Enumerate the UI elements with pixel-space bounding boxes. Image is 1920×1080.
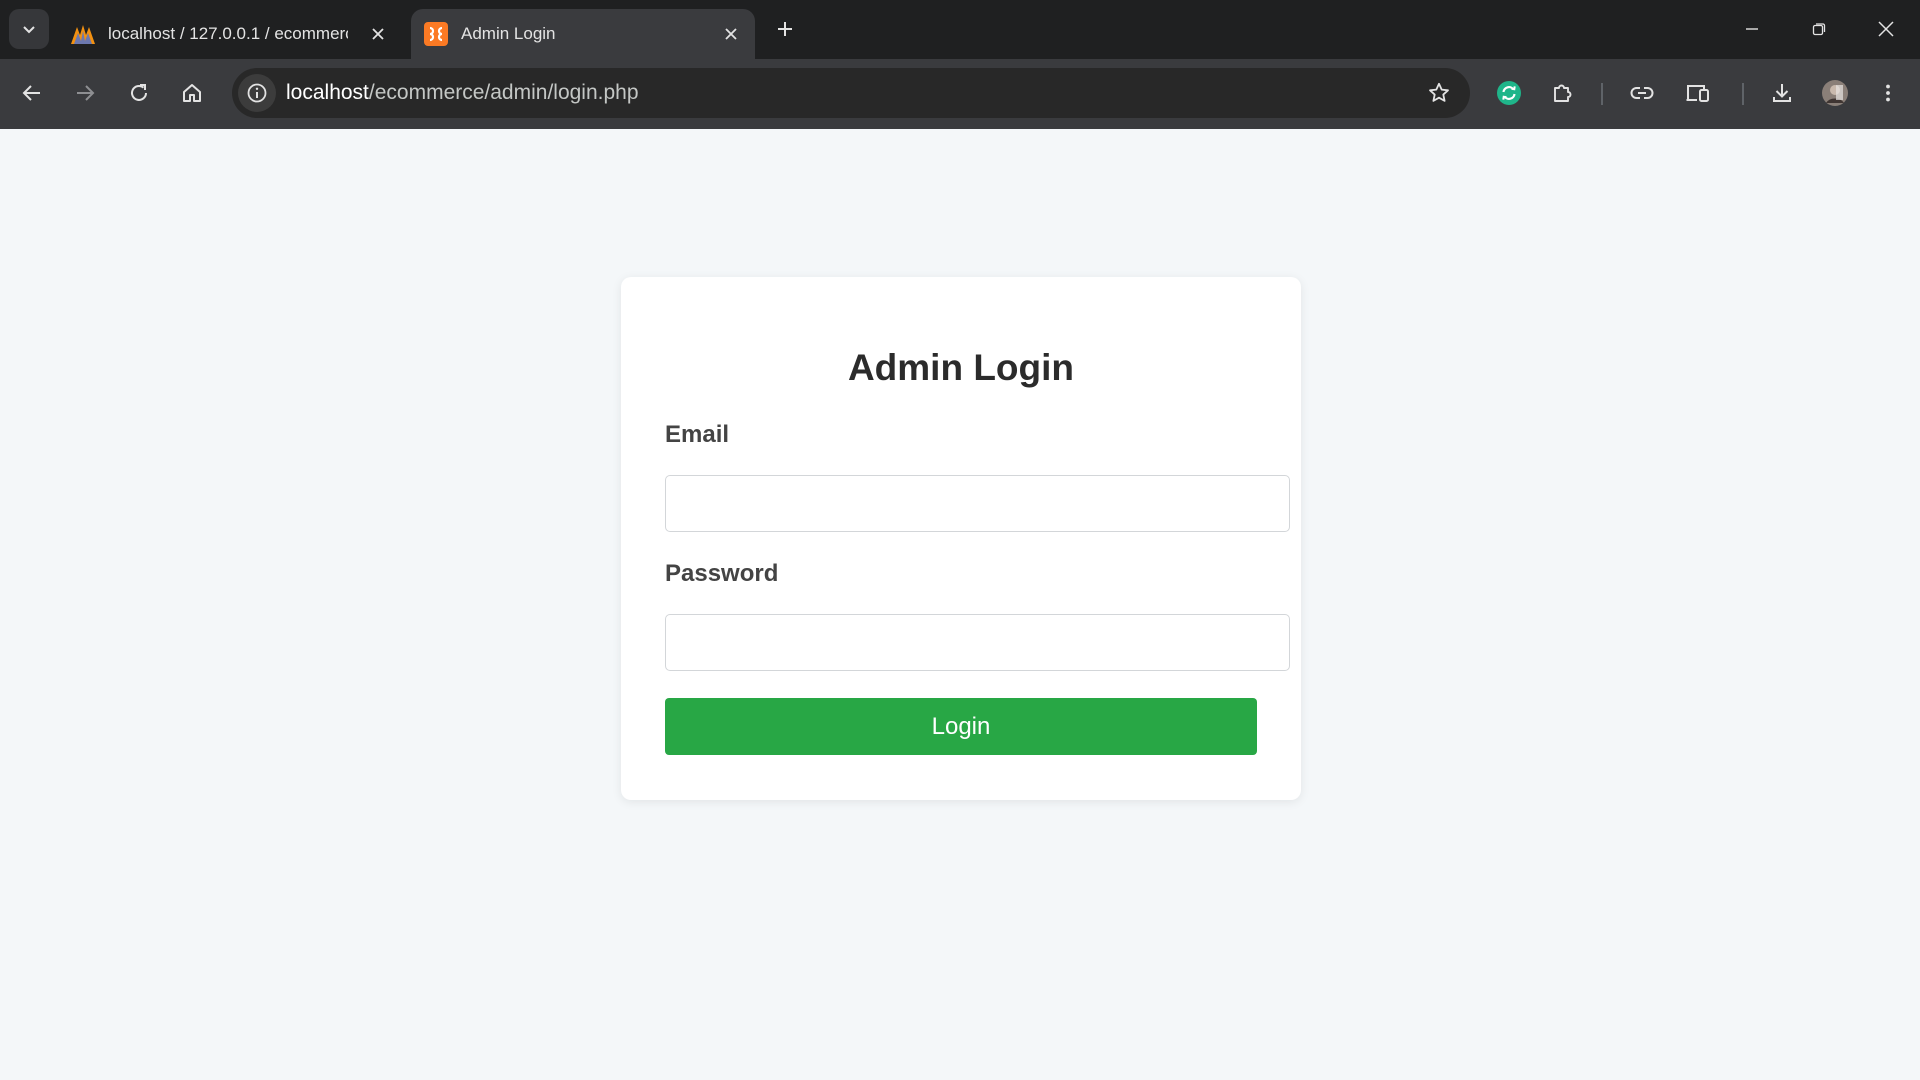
- page-viewport: Admin Login Email Password Login: [0, 129, 1920, 1080]
- url-text[interactable]: localhost/ecommerce/admin/login.php: [286, 81, 639, 105]
- home-button[interactable]: [172, 73, 212, 113]
- tab-admin-login[interactable]: Admin Login: [411, 9, 755, 59]
- phpmyadmin-icon: [70, 21, 96, 47]
- link-icon: [1630, 87, 1654, 99]
- browser-menu-button[interactable]: [1868, 73, 1908, 113]
- toolbar-divider: [1601, 83, 1603, 105]
- puzzle-icon: [1554, 84, 1572, 102]
- forward-arrow-icon: [77, 85, 95, 101]
- plus-icon: [778, 22, 792, 36]
- devices-icon: [1686, 85, 1709, 102]
- downloads-button[interactable]: [1762, 73, 1802, 113]
- download-icon: [1773, 84, 1791, 102]
- close-window-button[interactable]: [1858, 6, 1914, 52]
- close-icon: [725, 28, 737, 40]
- tab-title: localhost / 127.0.0.1 / ecommerce: [108, 24, 348, 43]
- url-path: /ecommerce/admin/login.php: [368, 81, 639, 104]
- tab-strip: localhost / 127.0.0.1 / ecommerce Admin …: [0, 0, 1920, 59]
- login-card: Admin Login Email Password Login: [621, 277, 1301, 800]
- tab-search-button[interactable]: [9, 9, 49, 49]
- password-label: Password: [665, 560, 779, 587]
- email-field[interactable]: [665, 475, 1290, 532]
- restore-icon: [1812, 23, 1826, 36]
- star-icon: [1429, 82, 1449, 102]
- back-arrow-icon: [22, 85, 40, 101]
- email-label: Email: [665, 421, 730, 448]
- page-title: Admin Login: [847, 347, 1075, 388]
- close-icon: [372, 28, 384, 40]
- password-field[interactable]: [665, 614, 1290, 671]
- close-icon: [1878, 21, 1894, 37]
- chevron-down-icon: [23, 26, 35, 34]
- tab-close-button[interactable]: [719, 22, 743, 46]
- toolbar-divider: [1742, 83, 1744, 105]
- cast-devices-button[interactable]: [1678, 73, 1718, 113]
- forward-button[interactable]: [65, 73, 105, 113]
- tab-close-button[interactable]: [366, 22, 390, 46]
- back-button[interactable]: [12, 73, 52, 113]
- address-bar[interactable]: localhost/ecommerce/admin/login.php: [232, 68, 1470, 118]
- profile-button[interactable]: [1815, 73, 1855, 113]
- reload-icon: [131, 84, 147, 101]
- reload-button[interactable]: [119, 73, 159, 113]
- new-tab-button[interactable]: [770, 14, 800, 44]
- home-icon: [183, 84, 201, 102]
- bookmark-button[interactable]: [1420, 74, 1458, 112]
- restore-button[interactable]: [1791, 6, 1847, 52]
- minimize-icon: [1746, 28, 1758, 30]
- sync-extension-button[interactable]: [1489, 73, 1529, 113]
- login-button[interactable]: Login: [665, 698, 1257, 755]
- kebab-menu-icon: [1886, 84, 1890, 102]
- browser-toolbar: localhost/ecommerce/admin/login.php: [0, 59, 1920, 129]
- info-icon: [247, 83, 267, 103]
- copy-link-button[interactable]: [1622, 73, 1662, 113]
- xampp-icon: [423, 21, 449, 47]
- tab-title: Admin Login: [461, 24, 556, 43]
- minimize-button[interactable]: [1724, 6, 1780, 52]
- sync-extension-icon: [1497, 81, 1521, 105]
- site-info-button[interactable]: [238, 74, 276, 112]
- extensions-button[interactable]: [1543, 73, 1583, 113]
- tab-phpmyadmin[interactable]: localhost / 127.0.0.1 / ecommerce: [58, 9, 402, 59]
- url-host: localhost: [286, 81, 369, 104]
- avatar: [1822, 80, 1848, 106]
